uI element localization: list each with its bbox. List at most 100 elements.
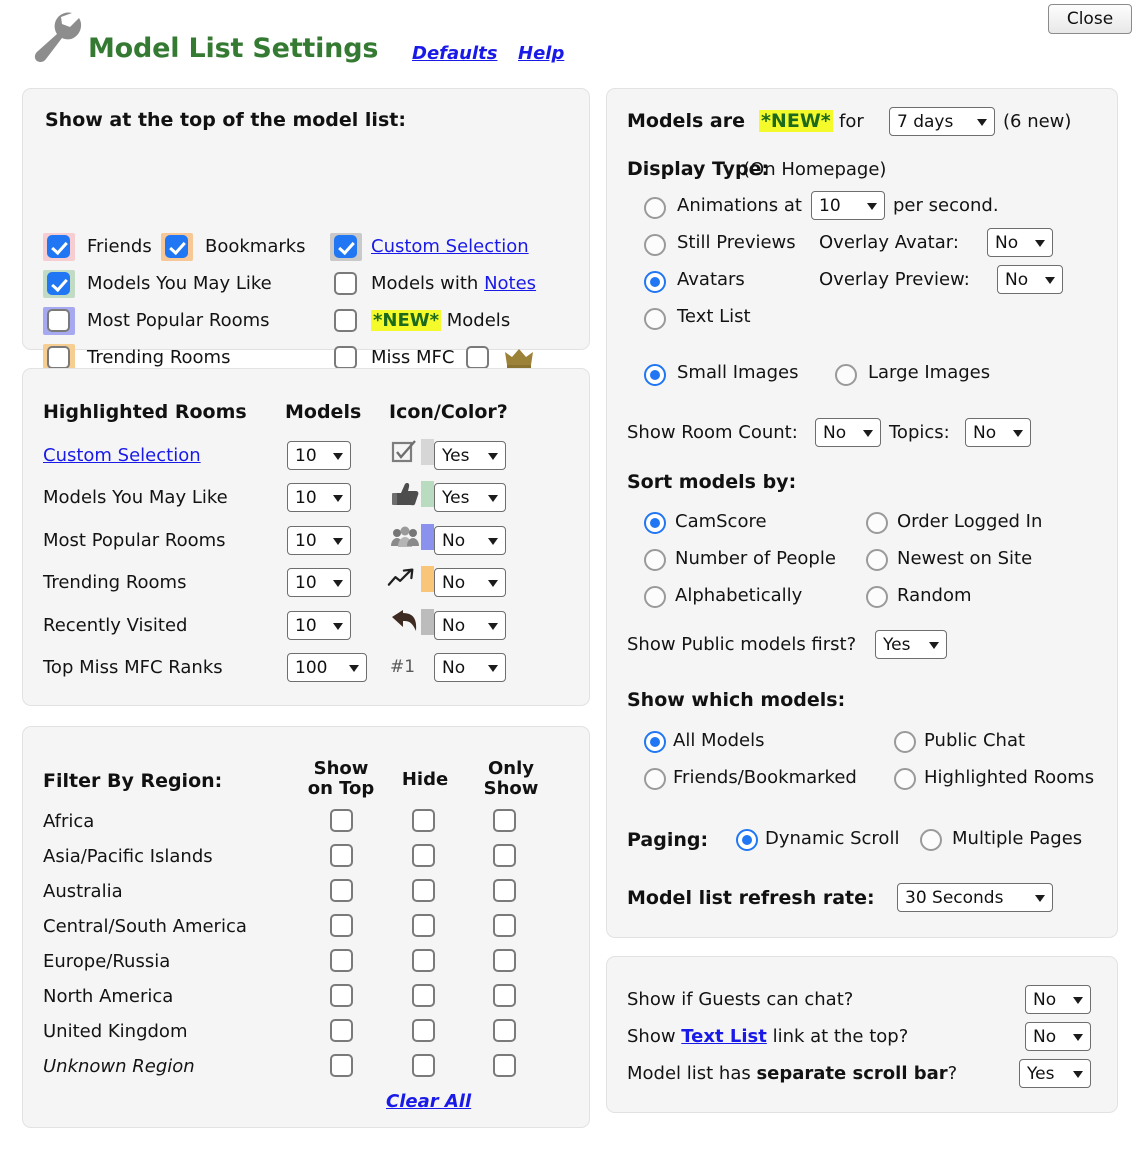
checkbox-most-popular-rooms[interactable]: [47, 309, 70, 332]
region-label-asia-pacific-islands: Asia/Pacific Islands: [43, 846, 213, 867]
radio-small-images[interactable]: [644, 364, 666, 386]
page-header: Model List Settings Defaults Help Close: [0, 0, 1140, 86]
color-select-top-miss-mfc-ranks[interactable]: No: [434, 653, 506, 682]
checkbox-models-you-may-like[interactable]: [47, 272, 70, 295]
checkbox-europe-russia-hide[interactable]: [412, 949, 435, 972]
checkbox-central-south-america-show-on-top[interactable]: [330, 914, 353, 937]
checkbox-europe-russia-only-show[interactable]: [493, 949, 516, 972]
help-link[interactable]: Help: [518, 43, 564, 64]
label-alphabetically: Alphabetically: [675, 585, 803, 606]
checkbox-africa-hide[interactable]: [412, 809, 435, 832]
models-count-select-custom-selection[interactable]: 10: [287, 441, 351, 470]
checkbox-australia-hide[interactable]: [412, 879, 435, 902]
models-count-select-trending-rooms[interactable]: 10: [287, 568, 351, 597]
checkbox-australia-show-on-top[interactable]: [330, 879, 353, 902]
checkbox-new-models[interactable]: [334, 309, 357, 332]
label-show-public-first: Show Public models first?: [627, 634, 857, 655]
checkbox-asia-pacific-islands-only-show[interactable]: [493, 844, 516, 867]
link-notes[interactable]: Notes: [484, 273, 536, 294]
checkbox-unknown-region-show-on-top[interactable]: [330, 1054, 353, 1077]
radio-order-logged-in[interactable]: [866, 512, 888, 534]
refresh-rate-select[interactable]: 30 Seconds: [897, 883, 1053, 912]
animations-rate-select[interactable]: 10: [811, 191, 885, 220]
checkbox-miss-mfc[interactable]: [334, 346, 357, 369]
radio-highlighted-rooms[interactable]: [894, 768, 916, 790]
room-count-select[interactable]: No: [815, 418, 881, 447]
color-swatch-recently-visited: [421, 609, 434, 635]
radio-still-previews[interactable]: [644, 234, 666, 256]
checkbox-friends[interactable]: [47, 235, 70, 258]
checkbox-united-kingdom-only-show[interactable]: [493, 1019, 516, 1042]
radio-alphabetically[interactable]: [644, 586, 666, 608]
checkbox-unknown-region-hide[interactable]: [412, 1054, 435, 1077]
checkbox-asia-pacific-islands-hide[interactable]: [412, 844, 435, 867]
checkbox-trending-rooms[interactable]: [47, 346, 70, 369]
radio-public-chat[interactable]: [894, 731, 916, 753]
link-text-list[interactable]: Text List: [681, 1026, 767, 1047]
public-first-select[interactable]: Yes: [875, 630, 947, 659]
radio-dynamic-scroll[interactable]: [736, 829, 758, 851]
link-custom-selection[interactable]: Custom Selection: [371, 236, 529, 257]
checkbox-north-america-only-show[interactable]: [493, 984, 516, 1007]
new-for-label: for: [839, 111, 864, 132]
region-label-united-kingdom: United Kingdom: [43, 1021, 188, 1042]
defaults-link[interactable]: Defaults: [412, 43, 497, 64]
radio-number-of-people[interactable]: [644, 549, 666, 571]
checkbox-australia-only-show[interactable]: [493, 879, 516, 902]
radio-animations[interactable]: [644, 197, 666, 219]
new-count-label: (6 new): [1003, 111, 1072, 132]
checkbox-unknown-region-only-show[interactable]: [493, 1054, 516, 1077]
close-button[interactable]: Close: [1048, 4, 1132, 34]
checkbox-africa-show-on-top[interactable]: [330, 809, 353, 832]
separate-scroll-bar-select[interactable]: Yes: [1019, 1059, 1091, 1088]
guests-can-chat-select[interactable]: No: [1025, 985, 1091, 1014]
checkbox-central-south-america-only-show[interactable]: [493, 914, 516, 937]
clear-all-link[interactable]: Clear All: [386, 1091, 471, 1112]
checkbox-asia-pacific-islands-show-on-top[interactable]: [330, 844, 353, 867]
label-multiple-pages: Multiple Pages: [952, 828, 1083, 849]
checkbox-united-kingdom-show-on-top[interactable]: [330, 1019, 353, 1042]
radio-avatars[interactable]: [644, 271, 666, 293]
crowd-icon: [391, 526, 419, 547]
checkbox-north-america-show-on-top[interactable]: [330, 984, 353, 1007]
radio-text-list[interactable]: [644, 308, 666, 330]
radio-newest-on-site[interactable]: [866, 549, 888, 571]
highlighted-rooms-header: Highlighted Rooms: [43, 401, 247, 423]
color-select-recently-visited[interactable]: No: [434, 611, 506, 640]
checkbox-europe-russia-show-on-top[interactable]: [330, 949, 353, 972]
display-settings-panel: Models are *NEW* for 7 days (6 new) Disp…: [606, 88, 1118, 938]
color-select-most-popular-rooms[interactable]: No: [434, 526, 506, 555]
checkbox-north-america-hide[interactable]: [412, 984, 435, 1007]
checkbox-models-with-notes[interactable]: [334, 272, 357, 295]
checkbox-outline-icon: [391, 440, 416, 463]
label-small-images: Small Images: [677, 362, 799, 383]
models-count-select-models-you-may-like[interactable]: 10: [287, 483, 351, 512]
models-count-select-recently-visited[interactable]: 10: [287, 611, 351, 640]
checkbox-custom-selection[interactable]: [334, 235, 357, 258]
label-camscore: CamScore: [675, 511, 767, 532]
row-label-custom-selection[interactable]: Custom Selection: [43, 445, 201, 466]
checkbox-united-kingdom-hide[interactable]: [412, 1019, 435, 1042]
text-list-link-select[interactable]: No: [1025, 1022, 1091, 1051]
checkbox-bookmarks[interactable]: [165, 235, 188, 258]
checkbox-crown[interactable]: [466, 346, 489, 369]
radio-friends-bookmarked[interactable]: [644, 768, 666, 790]
radio-all-models[interactable]: [644, 731, 666, 753]
models-count-select-most-popular-rooms[interactable]: 10: [287, 526, 351, 555]
color-select-models-you-may-like[interactable]: Yes: [434, 483, 506, 512]
checkbox-africa-only-show[interactable]: [493, 809, 516, 832]
models-count-select-top-miss-mfc-ranks[interactable]: 100: [287, 653, 367, 682]
radio-random[interactable]: [866, 586, 888, 608]
radio-camscore[interactable]: [644, 512, 666, 534]
color-select-trending-rooms[interactable]: No: [434, 568, 506, 597]
new-badge: *NEW*: [371, 310, 442, 331]
label-still-previews: Still Previews: [677, 232, 796, 253]
new-days-select[interactable]: 7 days: [889, 107, 995, 136]
topics-select[interactable]: No: [965, 418, 1031, 447]
radio-multiple-pages[interactable]: [920, 829, 942, 851]
checkbox-central-south-america-hide[interactable]: [412, 914, 435, 937]
radio-large-images[interactable]: [835, 364, 857, 386]
color-select-custom-selection[interactable]: Yes: [434, 441, 506, 470]
overlay-avatar-select[interactable]: No: [987, 228, 1053, 257]
overlay-preview-select[interactable]: No: [997, 265, 1063, 294]
